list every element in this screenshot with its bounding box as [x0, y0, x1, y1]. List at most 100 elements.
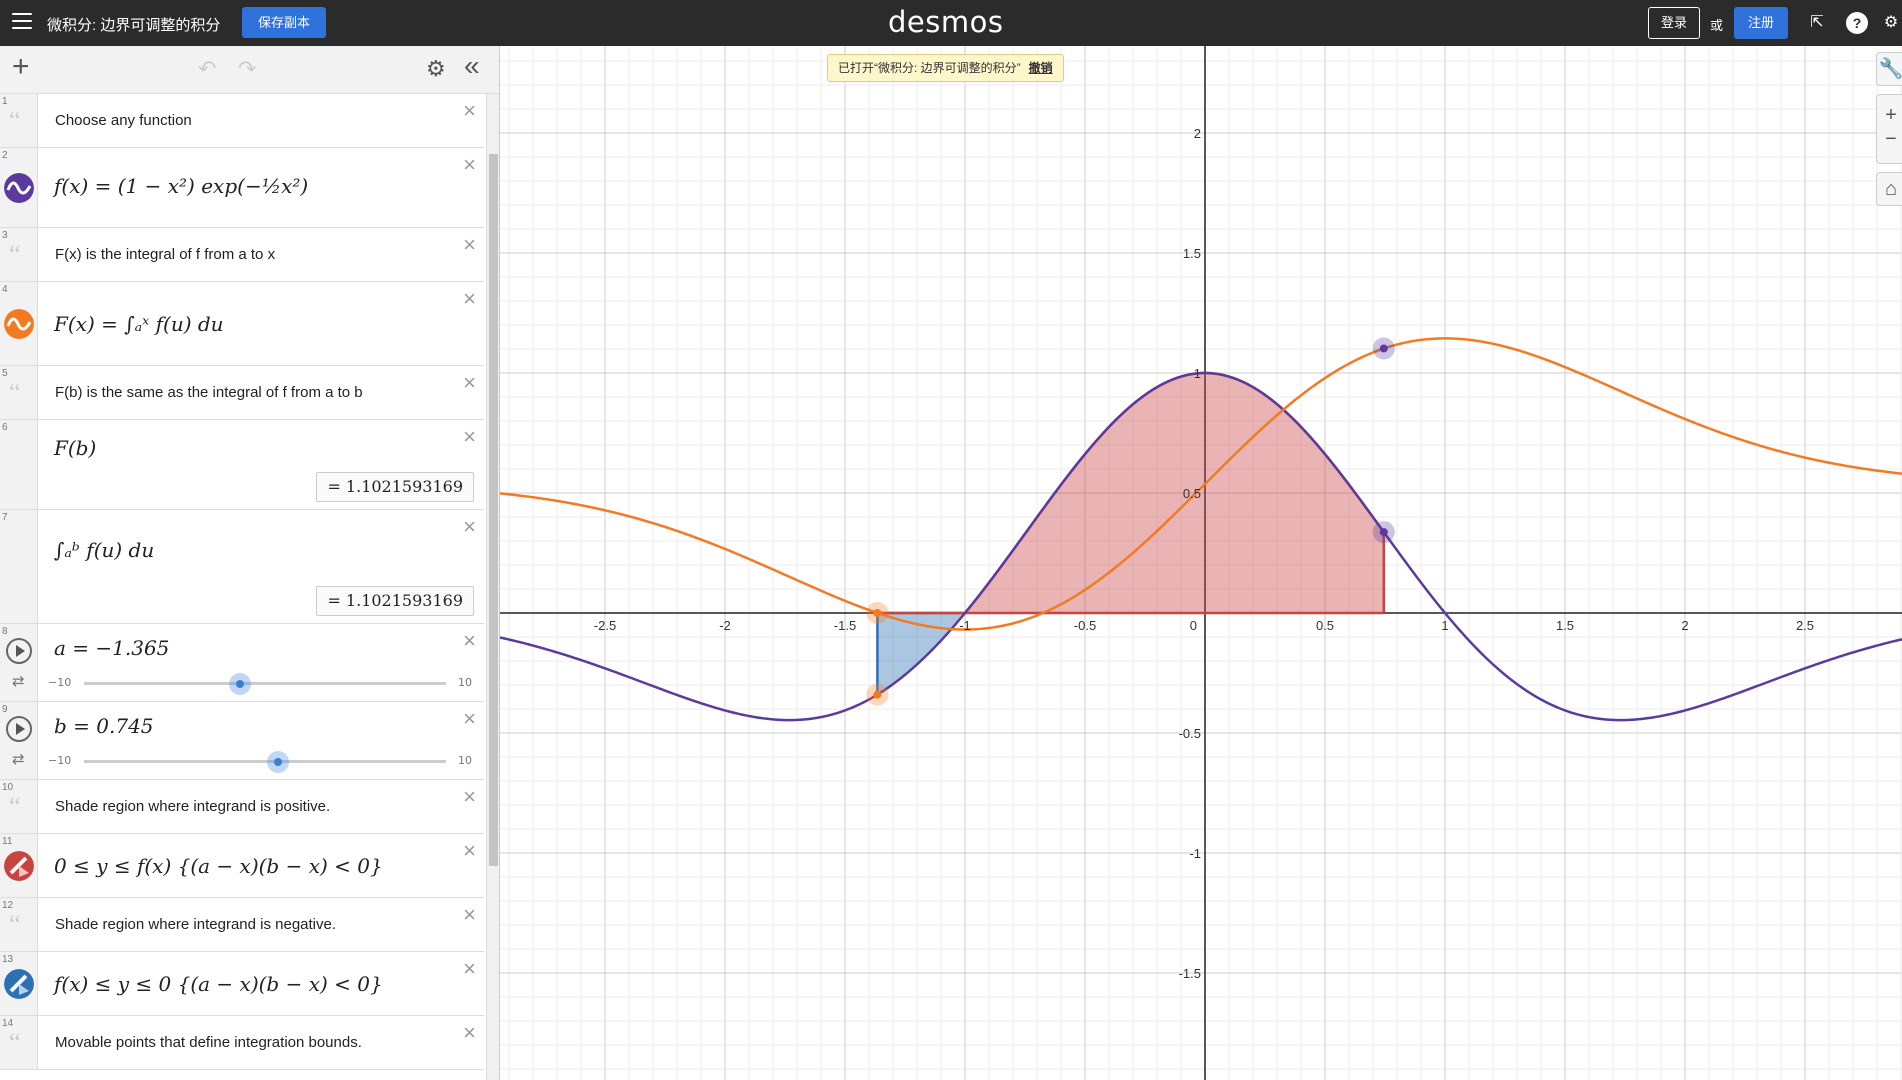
x-tick-label: -2	[719, 618, 731, 633]
note-icon: “	[9, 377, 21, 407]
slider-row-b[interactable]: 9 ⇄ b = 0.745 × −10 10	[0, 702, 484, 780]
delete-icon[interactable]: ×	[463, 516, 476, 538]
loop-icon[interactable]: ⇄	[12, 750, 25, 768]
expression-row[interactable]: 13 f(x) ≤ y ≤ 0 {(a − x)(b − x) < 0} ×	[0, 952, 484, 1016]
y-tick-label: 0.5	[1183, 486, 1201, 501]
delete-icon[interactable]: ×	[463, 1022, 476, 1044]
slider-expression[interactable]: b = 0.745	[54, 714, 154, 738]
slider-max[interactable]: 10	[458, 754, 472, 767]
expression-row[interactable]: 14 “ Movable points that define integrati…	[0, 1016, 484, 1070]
y-tick-label: 1.5	[1183, 246, 1201, 261]
wrench-icon[interactable]: 🔧	[1876, 52, 1902, 86]
y-tick-label: 2	[1194, 126, 1201, 141]
zoom-out-icon[interactable]: −	[1877, 127, 1902, 151]
loop-icon[interactable]: ⇄	[12, 672, 25, 690]
slider-row-a[interactable]: 8 ⇄ a = −1.365 × −10 10	[0, 624, 484, 702]
zoom-controls: + −	[1876, 94, 1902, 164]
delete-icon[interactable]: ×	[463, 154, 476, 176]
expression-row[interactable]: 6 F(b) × = 1.1021593169	[0, 420, 484, 510]
redo-icon[interactable]: ↷	[238, 56, 256, 82]
note-text[interactable]: Choose any function	[55, 112, 192, 129]
point-b-on-f	[1379, 528, 1388, 537]
expression-row[interactable]: 10 “ Shade region where integrand is posi…	[0, 780, 484, 834]
note-icon: “	[9, 791, 21, 821]
slider-thumb[interactable]	[267, 751, 290, 773]
play-icon[interactable]	[6, 638, 32, 664]
expression-math[interactable]: f(x) ≤ y ≤ 0 {(a − x)(b − x) < 0}	[54, 972, 383, 996]
expression-math[interactable]: F(x) = ∫ₐˣ f(u) du	[54, 312, 224, 336]
menu-icon[interactable]	[12, 13, 32, 29]
expression-row[interactable]: 11 0 ≤ y ≤ f(x) {(a − x)(b − x) < 0} ×	[0, 834, 484, 898]
delete-icon[interactable]: ×	[463, 958, 476, 980]
delete-icon[interactable]: ×	[463, 234, 476, 256]
graph-title: 微积分: 边界可调整的积分	[47, 17, 221, 34]
top-bar: 微积分: 边界可调整的积分 保存副本 desmos 登录 或 注册 ⇱ ? ⚙	[0, 0, 1902, 46]
add-item-icon[interactable]: +	[12, 52, 30, 82]
expression-math[interactable]: F(b)	[54, 436, 96, 460]
expression-row[interactable]: 4 F(x) = ∫ₐˣ f(u) du ×	[0, 282, 484, 366]
register-button[interactable]: 注册	[1734, 7, 1789, 39]
note-text[interactable]: F(x) is the integral of f from a to x	[55, 246, 275, 263]
expression-math[interactable]: f(x) = (1 − x²) exp(−½x²)	[54, 174, 308, 198]
point-b-on-F	[1379, 344, 1388, 353]
graph-canvas[interactable]: -2.5 -2 -1.5 -1 -0.5 0 0.5 1 1.5 2 2.5 2 1.5 1 0.5 -0.5…	[500, 46, 1902, 1080]
expression-row[interactable]: 3 “ F(x) is the integral of f from a to x…	[0, 228, 484, 282]
expression-row[interactable]: 2 f(x) = (1 − x²) exp(−½x²) ×	[0, 148, 484, 228]
graph-settings-icon[interactable]: ⚙	[426, 56, 446, 82]
x-tick-label: 1.5	[1556, 618, 1574, 633]
expression-row[interactable]: 5 “ F(b) is the same as the integral of f…	[0, 366, 484, 420]
delete-icon[interactable]: ×	[463, 100, 476, 122]
login-button[interactable]: 登录	[1648, 7, 1701, 39]
expression-row[interactable]: 12 “ Shade region where integrand is nega…	[0, 898, 484, 952]
point-a-on-F	[873, 609, 882, 617]
note-text[interactable]: Shade region where integrand is negative…	[55, 916, 336, 933]
delete-icon[interactable]: ×	[463, 372, 476, 394]
play-icon[interactable]	[6, 716, 32, 742]
home-icon[interactable]: ⌂	[1876, 172, 1902, 206]
expression-math[interactable]: ∫ₐᵇ f(u) du	[54, 538, 154, 562]
x-tick-label: 2	[1681, 618, 1688, 633]
slider-min[interactable]: −10	[48, 676, 71, 689]
delete-icon[interactable]: ×	[463, 630, 476, 652]
delete-icon[interactable]: ×	[463, 786, 476, 808]
slider-track[interactable]	[84, 751, 446, 773]
blue-shade-icon[interactable]	[4, 968, 34, 999]
note-text[interactable]: Movable points that define integration b…	[55, 1034, 362, 1051]
delete-icon[interactable]: ×	[463, 708, 476, 730]
scroll-thumb[interactable]	[489, 154, 498, 866]
purple-curve-icon[interactable]	[4, 172, 34, 203]
expression-row[interactable]: 1 “ Choose any function ×	[0, 94, 484, 148]
expression-toolbar: + ↶ ↷ ⚙ «	[0, 46, 499, 94]
undo-icon[interactable]: ↶	[198, 56, 216, 82]
delete-icon[interactable]: ×	[463, 288, 476, 310]
settings-icon[interactable]: ⚙	[1880, 12, 1902, 34]
red-shade-icon[interactable]	[4, 850, 34, 881]
note-icon: “	[9, 105, 21, 135]
graph-paper[interactable]: -2.5 -2 -1.5 -1 -0.5 0 0.5 1 1.5 2 2.5 2 1.5 1 0.5 -0.5…	[500, 46, 1902, 1080]
save-copy-button[interactable]: 保存副本	[242, 7, 327, 38]
delete-icon[interactable]: ×	[463, 840, 476, 862]
expression-row[interactable]: 7 ∫ₐᵇ f(u) du × = 1.1021593169	[0, 510, 484, 624]
zoom-in-icon[interactable]: +	[1877, 103, 1902, 127]
expression-scrollbar[interactable]	[486, 94, 499, 1080]
delete-icon[interactable]: ×	[463, 426, 476, 448]
note-icon: “	[9, 909, 21, 939]
orange-curve-icon[interactable]	[4, 308, 34, 339]
slider-max[interactable]: 10	[458, 676, 472, 689]
x-tick-label: -0.5	[1074, 618, 1096, 633]
slider-track[interactable]	[84, 673, 446, 695]
expression-math[interactable]: 0 ≤ y ≤ f(x) {(a − x)(b − x) < 0}	[54, 854, 383, 878]
slider-thumb[interactable]	[229, 673, 252, 695]
share-icon[interactable]: ⇱	[1806, 12, 1828, 34]
note-text[interactable]: F(b) is the same as the integral of f fr…	[55, 384, 363, 401]
expression-panel: + ↶ ↷ ⚙ « 1 “ Choose any function × 2 f(x…	[0, 46, 500, 1080]
collapse-panel-icon[interactable]: «	[464, 50, 480, 82]
delete-icon[interactable]: ×	[463, 904, 476, 926]
undo-link[interactable]: 撤销	[1029, 61, 1053, 75]
note-text[interactable]: Shade region where integrand is positive…	[55, 798, 330, 815]
slider-expression[interactable]: a = −1.365	[54, 636, 169, 660]
evaluation-result: = 1.1021593169	[316, 586, 474, 616]
help-icon[interactable]: ?	[1846, 12, 1868, 34]
slider-min[interactable]: −10	[48, 754, 71, 767]
x-tick-label: 0	[1190, 618, 1197, 633]
